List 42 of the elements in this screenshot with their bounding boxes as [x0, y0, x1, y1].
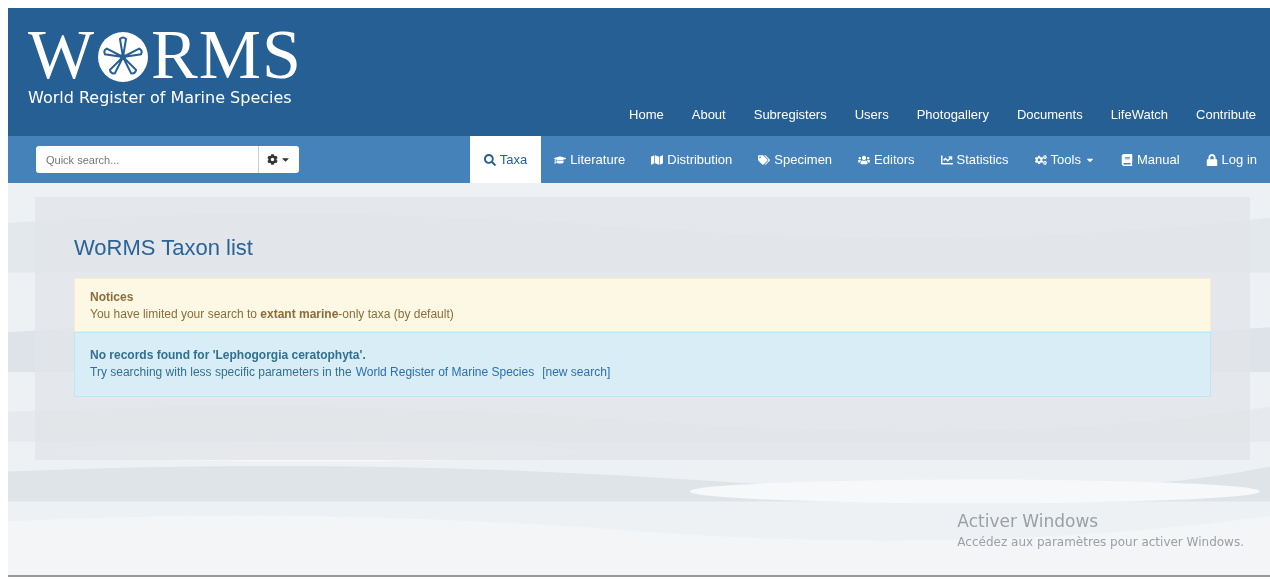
notice-text: You have limited your search to extant marine-only taxa (by default)	[90, 306, 455, 323]
notice-title: Notices	[90, 289, 135, 306]
activation-text: Accédez aux paramètres pour activer Windows.	[957, 535, 1244, 549]
page-title: WoRMS Taxon list	[74, 235, 254, 261]
line-chart-icon	[940, 153, 953, 166]
top-nav-link[interactable]: About	[677, 107, 740, 122]
search-field[interactable]: Quick search...	[36, 146, 258, 173]
logo-letters: RMS	[151, 22, 302, 88]
new-search-link[interactable]: [new search]	[542, 364, 611, 381]
graduation-cap-icon	[554, 153, 567, 166]
activation-title: Activer Windows	[957, 511, 1100, 531]
nav-tab[interactable]: Manual	[1107, 136, 1193, 183]
top-nav-link[interactable]: Home	[615, 107, 678, 122]
lock-icon	[1205, 153, 1218, 166]
nav-tab[interactable]: Specimen	[745, 136, 846, 183]
result-title: No records found for 'Lephogorgia ceratophyta'.	[90, 347, 367, 364]
map-icon	[651, 153, 664, 166]
top-nav-link[interactable]: Users	[840, 107, 903, 122]
gears-icon	[1034, 153, 1047, 166]
top-nav-link[interactable]: LifeWatch	[1096, 107, 1182, 122]
top-nav-link[interactable]: Contribute	[1182, 107, 1270, 122]
nav-tab[interactable]: Taxa	[469, 136, 542, 183]
nav-tab[interactable]: Literature	[541, 136, 639, 183]
gear-icon	[267, 154, 278, 165]
register-link[interactable]: World Register of Marine Species	[355, 364, 535, 381]
result-text: Try searching with less specific parameters in the	[90, 364, 352, 381]
nav-tab[interactable]: Log in	[1192, 136, 1270, 183]
users-icon	[858, 153, 871, 166]
sand-dollar-icon	[97, 31, 150, 83]
nav-tab[interactable]: Distribution	[638, 136, 746, 183]
tags-icon	[758, 153, 771, 166]
top-nav-link[interactable]: Photogallery	[902, 107, 1003, 122]
nav-tab[interactable]: Statistics	[927, 136, 1022, 183]
nav-tab[interactable]: Editors	[845, 136, 928, 183]
top-nav-link[interactable]: Subregisters	[739, 107, 841, 122]
book-icon	[1120, 153, 1133, 166]
top-nav-link[interactable]: Documents	[1002, 107, 1097, 122]
search-icon	[483, 153, 496, 166]
logo-tagline: World Register of Marine Species	[28, 88, 293, 107]
nav-tab[interactable]: Tools	[1021, 136, 1108, 183]
logo-letter: W	[28, 22, 96, 88]
search-options-button[interactable]	[258, 146, 299, 173]
